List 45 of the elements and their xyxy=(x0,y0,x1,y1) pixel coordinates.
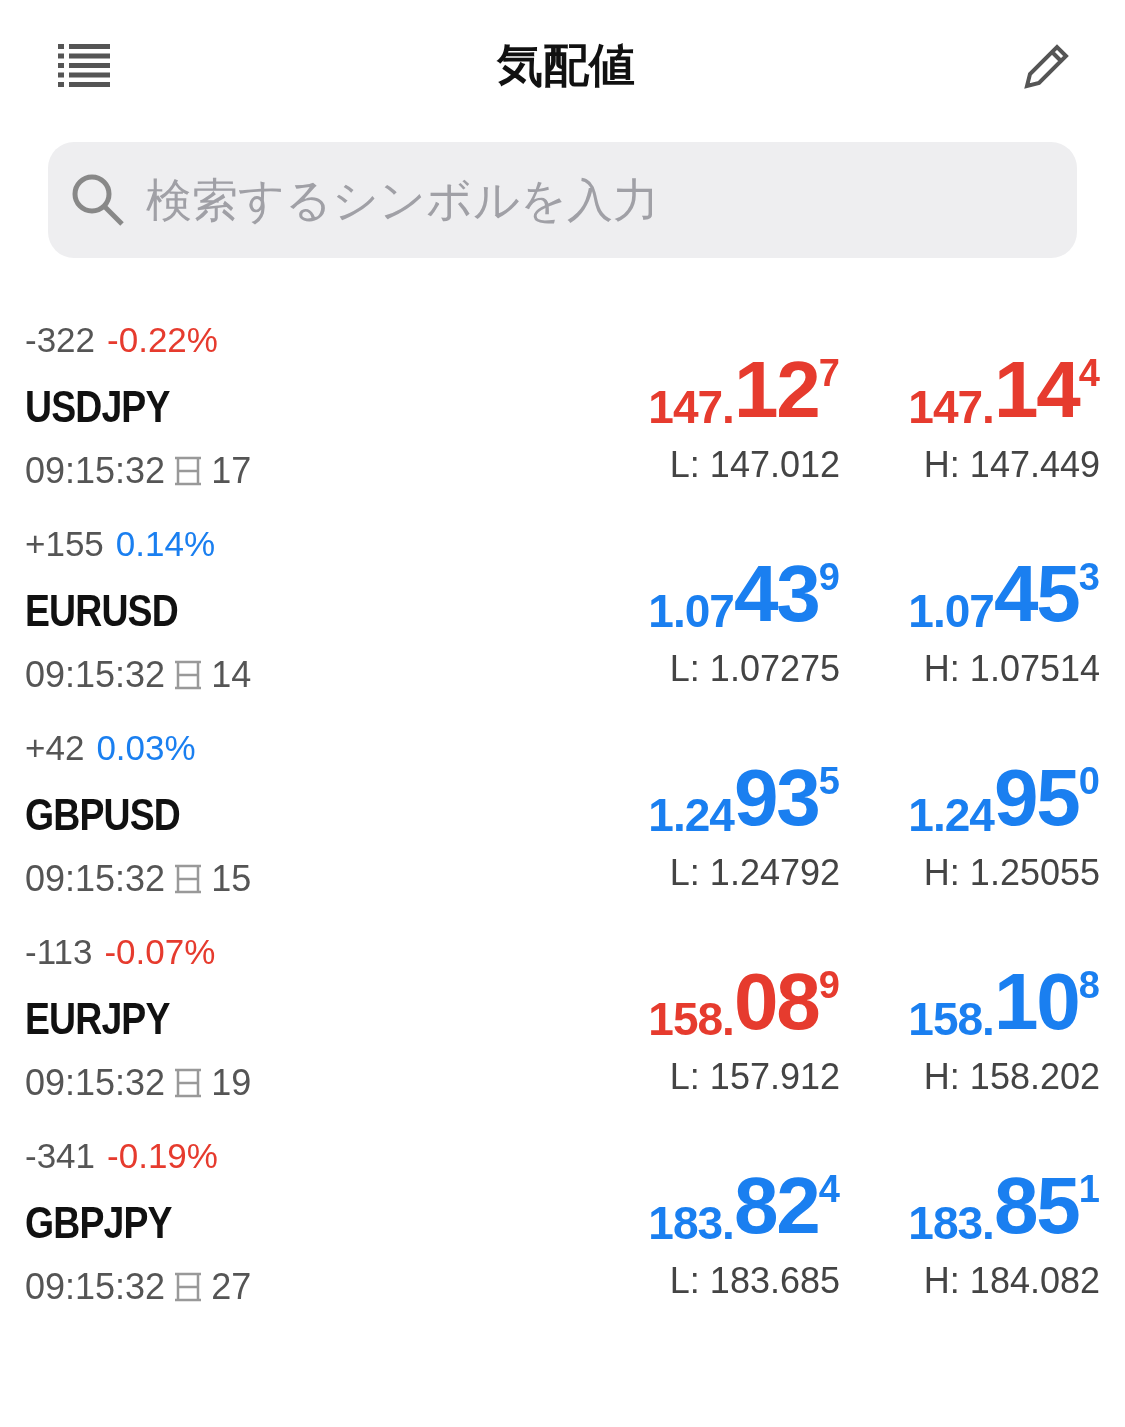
spread-icon xyxy=(173,660,204,690)
spread-icon xyxy=(173,864,204,894)
high-price: H: 158.202 xyxy=(923,1056,1100,1098)
high-price: H: 184.082 xyxy=(923,1260,1100,1302)
quote-time: 09:15:32 xyxy=(25,1062,166,1104)
quote-time: 09:15:32 xyxy=(25,1266,166,1308)
high-price: H: 1.07514 xyxy=(923,648,1100,690)
quote-time: 09:15:32 xyxy=(25,450,166,492)
percent-change: 0.14% xyxy=(115,524,216,564)
high-price: H: 147.449 xyxy=(923,444,1100,486)
high-price: H: 1.25055 xyxy=(923,852,1100,894)
search-icon xyxy=(70,172,126,228)
percent-change: -0.19% xyxy=(107,1136,218,1176)
menu-button[interactable] xyxy=(58,44,110,88)
spread-value: 19 xyxy=(211,1062,252,1104)
point-change: -322 xyxy=(25,320,96,360)
spread-icon xyxy=(173,1068,204,1098)
symbol-name: GBPUSD xyxy=(25,790,181,840)
percent-change: -0.22% xyxy=(107,320,218,360)
search-field[interactable]: 検索するシンボルを入力 xyxy=(48,142,1077,258)
symbol-name: GBPJPY xyxy=(25,1198,173,1248)
point-change: -341 xyxy=(25,1136,96,1176)
low-price: L: 157.912 xyxy=(669,1056,840,1098)
low-price: L: 147.012 xyxy=(669,444,840,486)
point-change: +155 xyxy=(25,524,104,564)
low-price: L: 1.07275 xyxy=(669,648,840,690)
symbol-name: EURJPY xyxy=(25,994,171,1044)
point-change: -113 xyxy=(25,932,93,972)
list-menu-icon xyxy=(58,44,110,88)
low-price: L: 183.685 xyxy=(669,1260,840,1302)
symbol-name: EURUSD xyxy=(25,586,179,636)
percent-change: 0.03% xyxy=(96,728,196,768)
percent-change: -0.07% xyxy=(104,932,216,972)
symbol-name: USDJPY xyxy=(25,382,171,432)
spread-icon xyxy=(173,456,204,486)
spread-value: 14 xyxy=(211,654,252,696)
quote-time: 09:15:32 xyxy=(25,858,166,900)
spread-icon xyxy=(173,1272,204,1302)
screen-title: 気配値 xyxy=(496,37,635,94)
low-price: L: 1.24792 xyxy=(669,852,840,894)
point-change: +42 xyxy=(25,728,85,768)
spread-value: 17 xyxy=(211,450,252,492)
spread-value: 15 xyxy=(211,858,252,900)
quote-time: 09:15:32 xyxy=(25,654,166,696)
spread-value: 27 xyxy=(211,1266,252,1308)
